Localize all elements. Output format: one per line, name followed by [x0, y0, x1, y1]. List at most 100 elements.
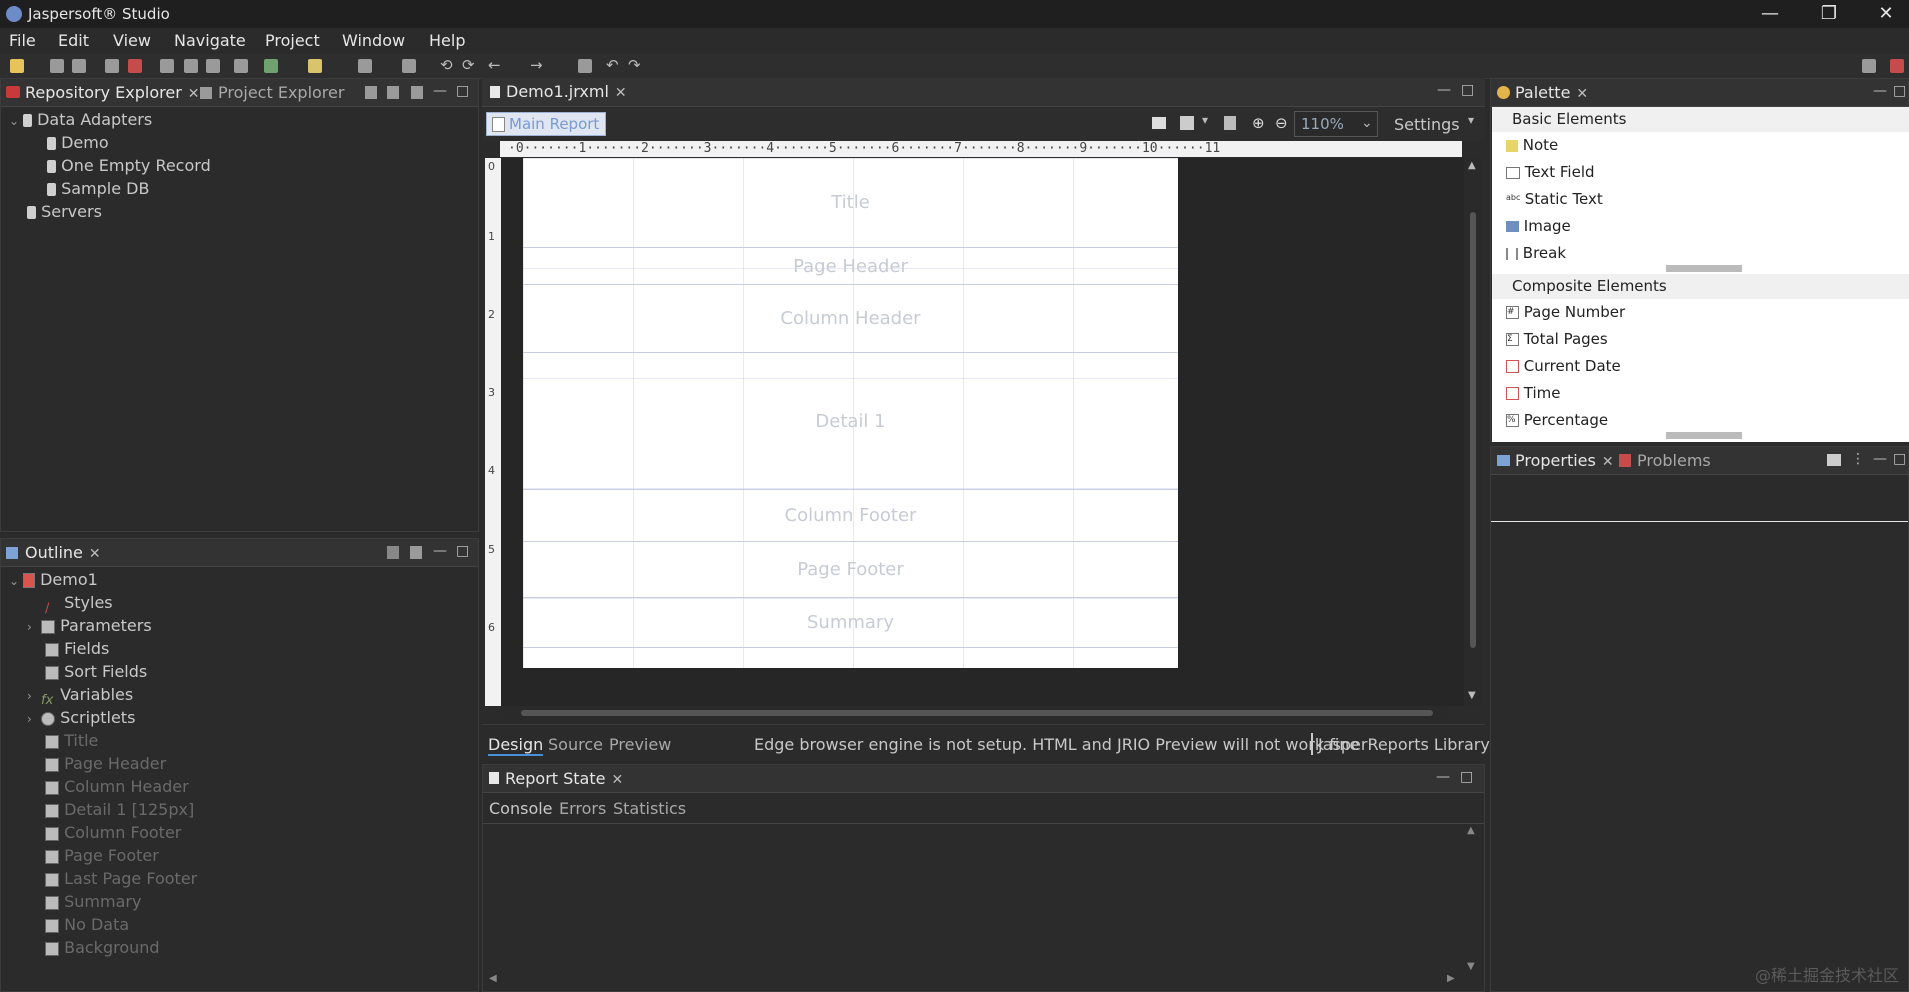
minimize-panel-icon[interactable]: — [1436, 769, 1450, 785]
band-title[interactable]: Title [523, 158, 1178, 248]
band-column-footer[interactable]: Column Footer [523, 490, 1178, 542]
redo-icon[interactable]: ⟳ [462, 56, 475, 74]
save-icon[interactable] [50, 59, 64, 73]
print-icon[interactable] [105, 59, 119, 73]
tree-item-data-adapters[interactable]: ⌄ Data Adapters [9, 108, 211, 131]
tab-palette[interactable]: Palette ✕ [1515, 83, 1588, 102]
console-h-scrollbar[interactable]: ◀ ▶ [483, 973, 1463, 989]
tab-outline[interactable]: Outline ✕ [25, 543, 101, 562]
menu-navigate[interactable]: Navigate [174, 31, 246, 50]
outline-item-styles[interactable]: ∕ Styles [9, 591, 197, 616]
outline-item-detail-1[interactable]: Detail 1 [125px] [9, 798, 197, 821]
report-page[interactable]: Title Page Header Column Header Detail 1… [523, 158, 1178, 668]
outline-item-demo1[interactable]: ⌄ Demo1 [9, 568, 197, 591]
minimize-panel-icon[interactable]: — [1873, 83, 1887, 99]
chevron-right-icon[interactable]: › [27, 708, 41, 731]
forward-icon[interactable]: → [530, 56, 543, 74]
back-icon[interactable]: ← [488, 56, 501, 74]
menu-file[interactable]: File [9, 31, 36, 50]
minimize-panel-icon[interactable]: — [1873, 451, 1887, 467]
tab-demo1-jrxml[interactable]: Demo1.jrxml ✕ [506, 82, 627, 101]
zoom-select[interactable]: 110% ⌄ [1294, 111, 1378, 137]
export-icon[interactable] [358, 59, 372, 73]
next-edit-icon[interactable]: ↷ [628, 56, 641, 74]
band-summary[interactable]: Summary [523, 598, 1178, 648]
new-adapter-icon[interactable] [411, 86, 423, 99]
palette-item-image[interactable]: Image [1506, 217, 1571, 235]
palette-item-note[interactable]: Note [1506, 136, 1558, 154]
close-icon[interactable]: ✕ [615, 85, 627, 101]
maximize-button[interactable]: ❐ [1809, 2, 1849, 26]
chevron-down-icon[interactable]: ⌄ [9, 570, 23, 593]
outline-item-no-data[interactable]: No Data [9, 913, 197, 936]
outline-item-background[interactable]: Background [9, 936, 197, 959]
tab-report-state[interactable]: Report State ✕ [505, 769, 623, 788]
tab-console[interactable]: Console [489, 799, 553, 818]
maximize-panel-icon[interactable]: □ [1893, 451, 1906, 467]
scroll-right-icon[interactable]: ▶ [1447, 973, 1455, 984]
palette-resize-handle[interactable] [1666, 265, 1742, 272]
minimize-panel-icon[interactable]: — [433, 543, 447, 559]
scroll-left-icon[interactable]: ◀ [489, 973, 497, 984]
minimize-button[interactable]: — [1750, 2, 1790, 26]
outline-item-parameters[interactable]: › Parameters [9, 614, 197, 637]
open-perspective-icon[interactable] [578, 59, 592, 73]
chevron-right-icon[interactable]: › [27, 685, 41, 708]
more-icon[interactable]: ⋮ [1851, 451, 1865, 467]
palette-item-text-field[interactable]: Text Field [1506, 163, 1595, 181]
palette-item-percentage[interactable]: % Percentage [1506, 411, 1608, 429]
editor-horizontal-scrollbar[interactable] [503, 706, 1448, 720]
close-button[interactable]: ✕ [1866, 2, 1906, 26]
tree-item-one-empty-record[interactable]: One Empty Record [9, 154, 211, 177]
menu-view[interactable]: View [113, 31, 151, 50]
palette-item-static-text[interactable]: abc Static Text [1506, 190, 1603, 208]
tab-errors[interactable]: Errors [559, 799, 606, 818]
compile-icon[interactable] [184, 59, 198, 73]
close-icon[interactable]: ✕ [188, 86, 200, 102]
palette-item-break[interactable]: Break [1506, 244, 1566, 262]
palette-section-composite[interactable]: Composite Elements [1492, 274, 1909, 299]
search-icon[interactable] [402, 59, 416, 73]
palette-section-basic[interactable]: Basic Elements [1492, 107, 1909, 132]
palette-item-total-pages[interactable]: Σ Total Pages [1506, 330, 1608, 348]
editor-vertical-scrollbar[interactable]: ▲ ▼ [1464, 158, 1482, 706]
export-icon[interactable] [1224, 116, 1236, 130]
outline-item-sort-fields[interactable]: Sort Fields [9, 660, 197, 683]
chevron-right-icon[interactable]: › [27, 616, 41, 639]
outline-item-scriptlets[interactable]: › Scriptlets [9, 706, 197, 729]
outline-item-page-header[interactable]: Page Header [9, 752, 197, 775]
undo-icon[interactable]: ⟲ [440, 56, 453, 74]
outline-item-fields[interactable]: Fields [9, 637, 197, 660]
filter-icon[interactable] [387, 546, 399, 559]
outline-item-column-footer[interactable]: Column Footer [9, 821, 197, 844]
scroll-down-icon[interactable]: ▼ [1468, 690, 1476, 701]
palette-item-time[interactable]: Time [1506, 384, 1561, 402]
tree-item-demo[interactable]: Demo [9, 131, 211, 154]
prev-edit-icon[interactable]: ↶ [606, 56, 619, 74]
menu-window[interactable]: Window [342, 31, 405, 50]
close-icon[interactable]: ✕ [1576, 86, 1588, 102]
report-perspective-icon[interactable] [1890, 59, 1904, 73]
band-page-footer[interactable]: Page Footer [523, 542, 1178, 598]
perspective-icon[interactable] [1862, 59, 1876, 73]
band-detail-1[interactable]: Detail 1 [523, 353, 1178, 490]
close-icon[interactable]: ✕ [611, 772, 623, 788]
band-view-icon[interactable] [1152, 117, 1166, 129]
save-all-icon[interactable] [72, 59, 86, 73]
menu-edit[interactable]: Edit [58, 31, 89, 50]
debug-icon[interactable] [128, 59, 142, 73]
maximize-panel-icon[interactable]: □ [1893, 83, 1906, 99]
tree-item-sample-db[interactable]: Sample DB [9, 177, 211, 200]
outline-item-last-page-footer[interactable]: Last Page Footer [9, 867, 197, 890]
tab-statistics[interactable]: Statistics [613, 799, 686, 818]
tab-design[interactable]: Design [488, 735, 544, 756]
menu-help[interactable]: Help [429, 31, 465, 50]
scroll-up-icon[interactable]: ▲ [1468, 160, 1476, 171]
outline-item-variables[interactable]: › fx Variables [9, 683, 197, 708]
scroll-up-icon[interactable]: ▲ [1467, 825, 1475, 836]
outline-item-page-footer[interactable]: Page Footer [9, 844, 197, 867]
report-icon[interactable] [160, 59, 174, 73]
main-report-button[interactable]: Main Report [486, 112, 607, 136]
outline-item-column-header[interactable]: Column Header [9, 775, 197, 798]
maximize-panel-icon[interactable]: □ [456, 83, 469, 99]
